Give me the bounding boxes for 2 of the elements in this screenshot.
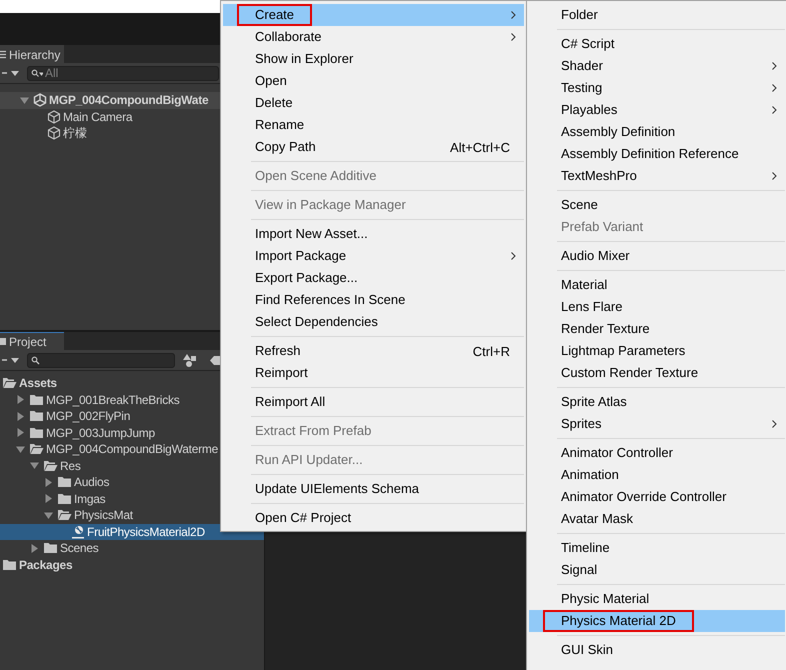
tab-label: Hierarchy [9,48,60,62]
tab-label: Project [9,334,46,348]
